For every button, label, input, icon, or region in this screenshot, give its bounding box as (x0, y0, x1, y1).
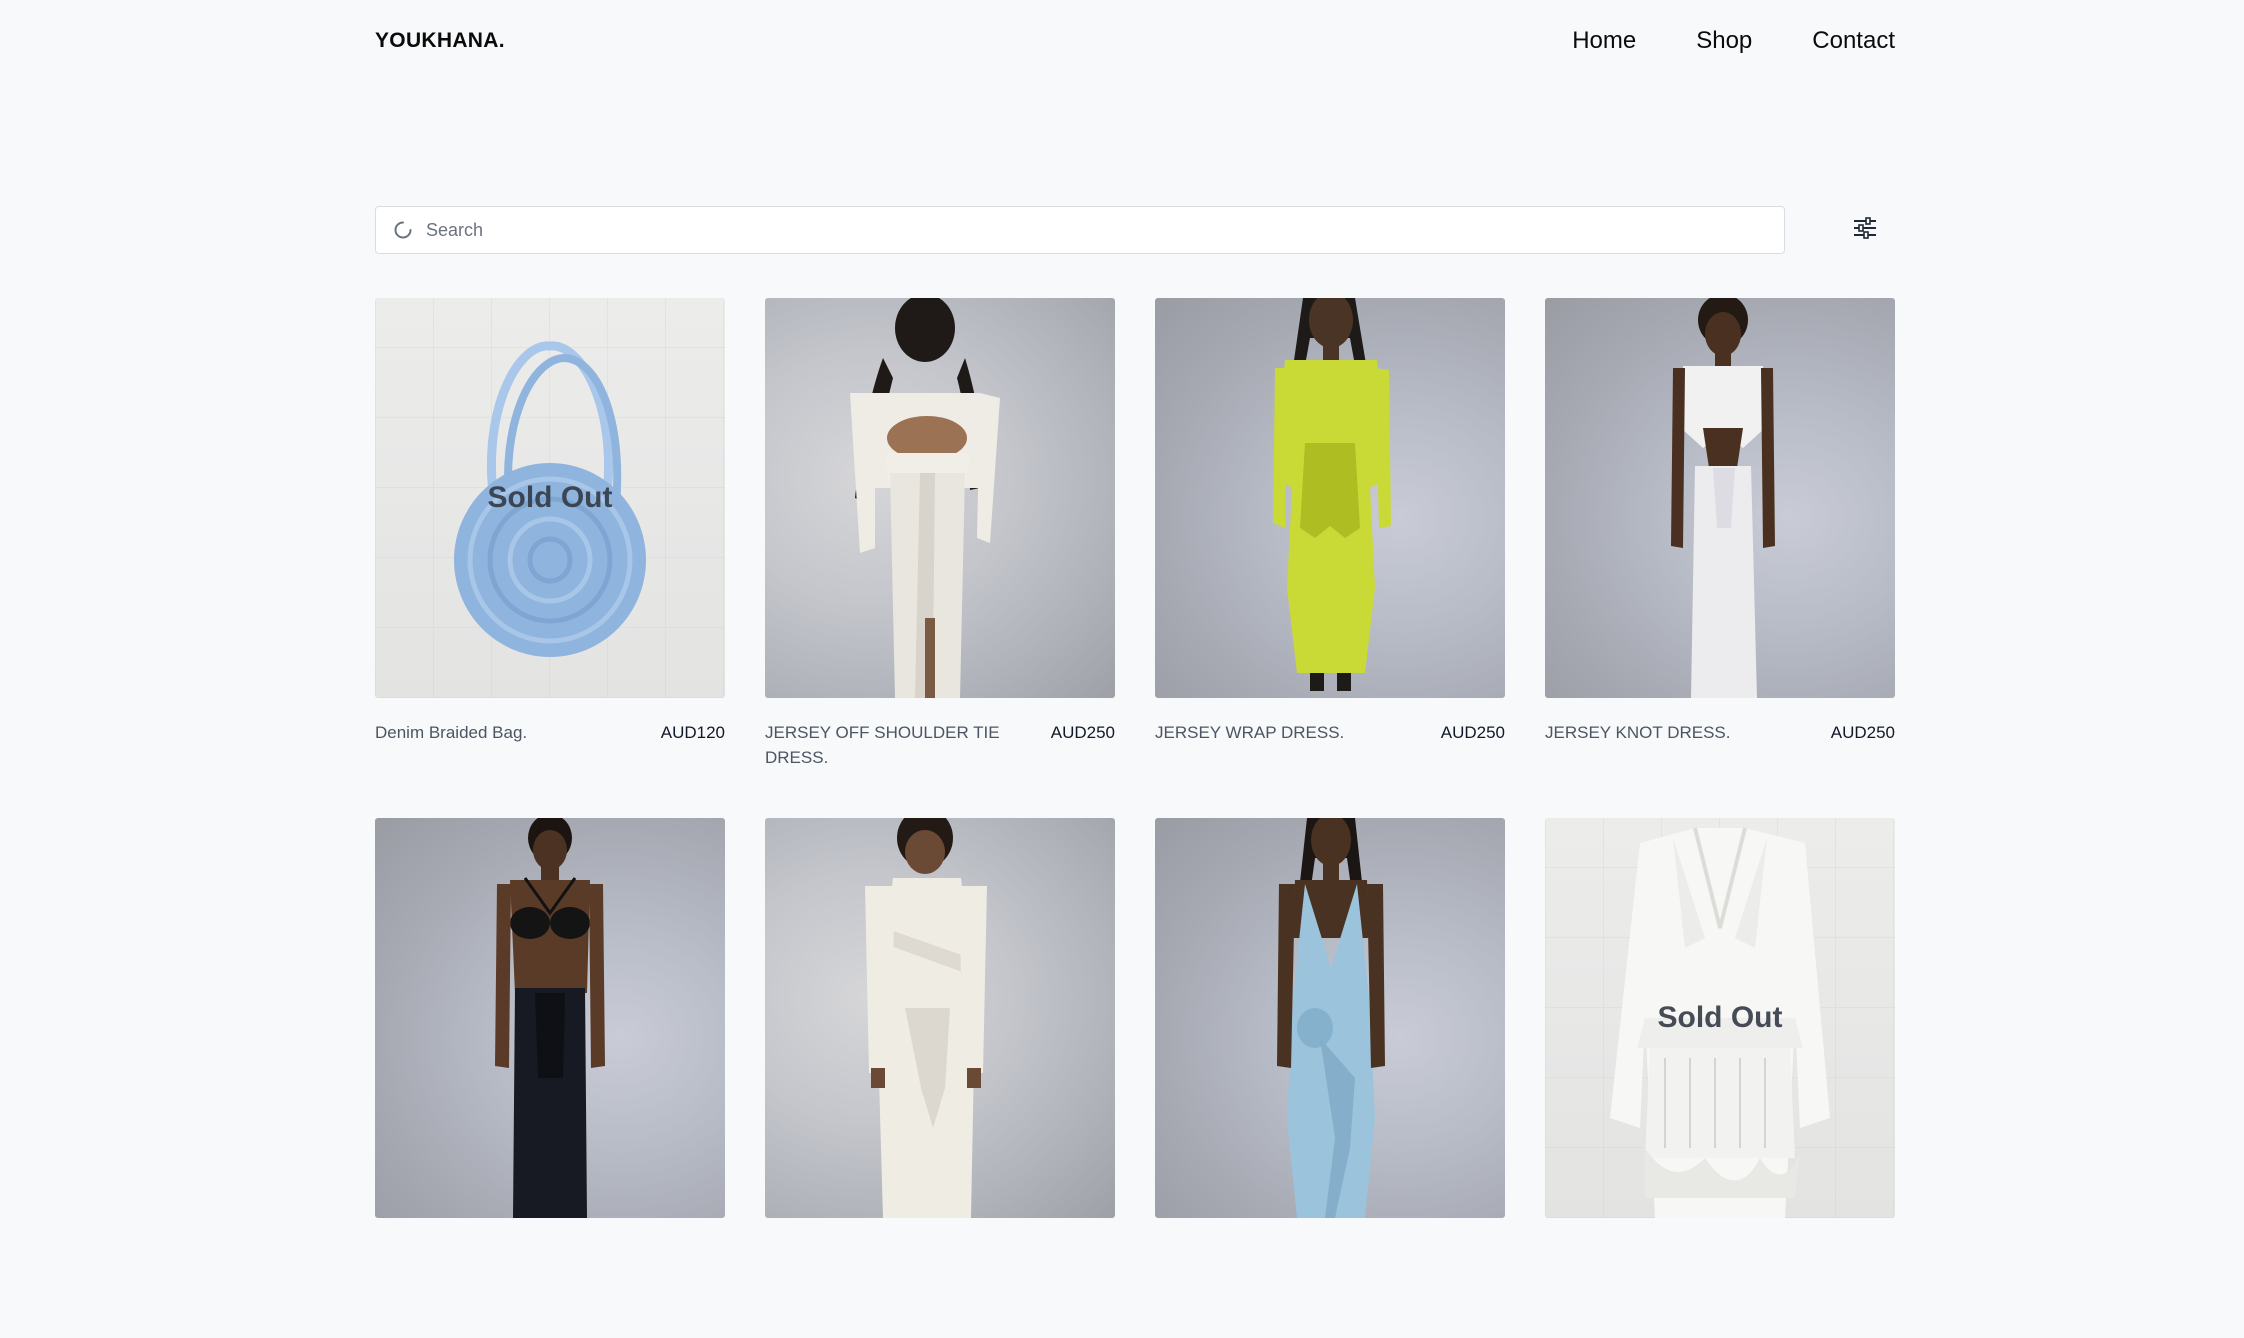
sliders-icon (1852, 215, 1878, 246)
product-price: AUD250 (1050, 723, 1115, 742)
search-box[interactable] (375, 206, 1785, 254)
nav-shop-link[interactable]: Shop (1696, 27, 1752, 55)
product-info: JERSEY WRAP DRESS. AUD250 (1155, 720, 1505, 745)
product-card[interactable]: JERSEY KNOT DRESS. AUD250 (1545, 298, 1895, 818)
product-image-knot-dress[interactable] (1545, 298, 1895, 698)
product-price: AUD250 (1440, 723, 1505, 742)
product-card[interactable]: JERSEY OFF SHOULDER TIE DRESS. AUD250 (765, 298, 1115, 818)
main-nav: Home Shop Contact (1512, 27, 1895, 55)
nav-contact-link[interactable]: Contact (1812, 27, 1895, 55)
product-grid: Sold Out Denim Braided Bag. AUD120 JERSE… (375, 298, 1895, 1338)
product-price: AUD250 (1830, 723, 1895, 742)
search-row (375, 206, 1895, 254)
brand-logo[interactable]: YOUKHANA. (375, 29, 505, 53)
product-card[interactable]: JERSEY WRAP DRESS. AUD250 (1155, 298, 1505, 818)
product-name[interactable]: JERSEY OFF SHOULDER TIE DRESS. (765, 720, 1010, 770)
search-input[interactable] (424, 209, 1748, 251)
product-image-denim-bag[interactable]: Sold Out (375, 298, 725, 698)
product-image-black-set[interactable] (375, 818, 725, 1218)
product-price: AUD120 (660, 723, 725, 742)
product-card[interactable]: Sold Out (1545, 818, 1895, 1338)
loading-spinner-icon (392, 219, 414, 241)
product-info: JERSEY KNOT DRESS. AUD250 (1545, 720, 1895, 745)
product-image-blue-halter-gown[interactable] (1155, 818, 1505, 1218)
product-name[interactable]: JERSEY KNOT DRESS. (1545, 720, 1790, 745)
sold-out-badge: Sold Out (1657, 1001, 1783, 1034)
product-image-white-long-sleeve[interactable] (765, 818, 1115, 1218)
product-image-off-shoulder-dress[interactable] (765, 298, 1115, 698)
product-image-wrap-dress[interactable] (1155, 298, 1505, 698)
product-image-white-blazer[interactable]: Sold Out (1545, 818, 1895, 1218)
product-card[interactable] (1155, 818, 1505, 1338)
site-header: YOUKHANA. Home Shop Contact (375, 0, 1895, 82)
product-name[interactable]: JERSEY WRAP DRESS. (1155, 720, 1400, 745)
product-card[interactable] (765, 818, 1115, 1338)
sold-out-badge: Sold Out (487, 481, 613, 514)
nav-home-link[interactable]: Home (1572, 27, 1636, 55)
product-info: JERSEY OFF SHOULDER TIE DRESS. AUD250 (765, 720, 1115, 770)
product-card[interactable]: Sold Out Denim Braided Bag. AUD120 (375, 298, 725, 818)
product-card[interactable] (375, 818, 725, 1338)
product-info: Denim Braided Bag. AUD120 (375, 720, 725, 745)
filter-button[interactable] (1845, 210, 1885, 250)
product-name[interactable]: Denim Braided Bag. (375, 720, 620, 745)
